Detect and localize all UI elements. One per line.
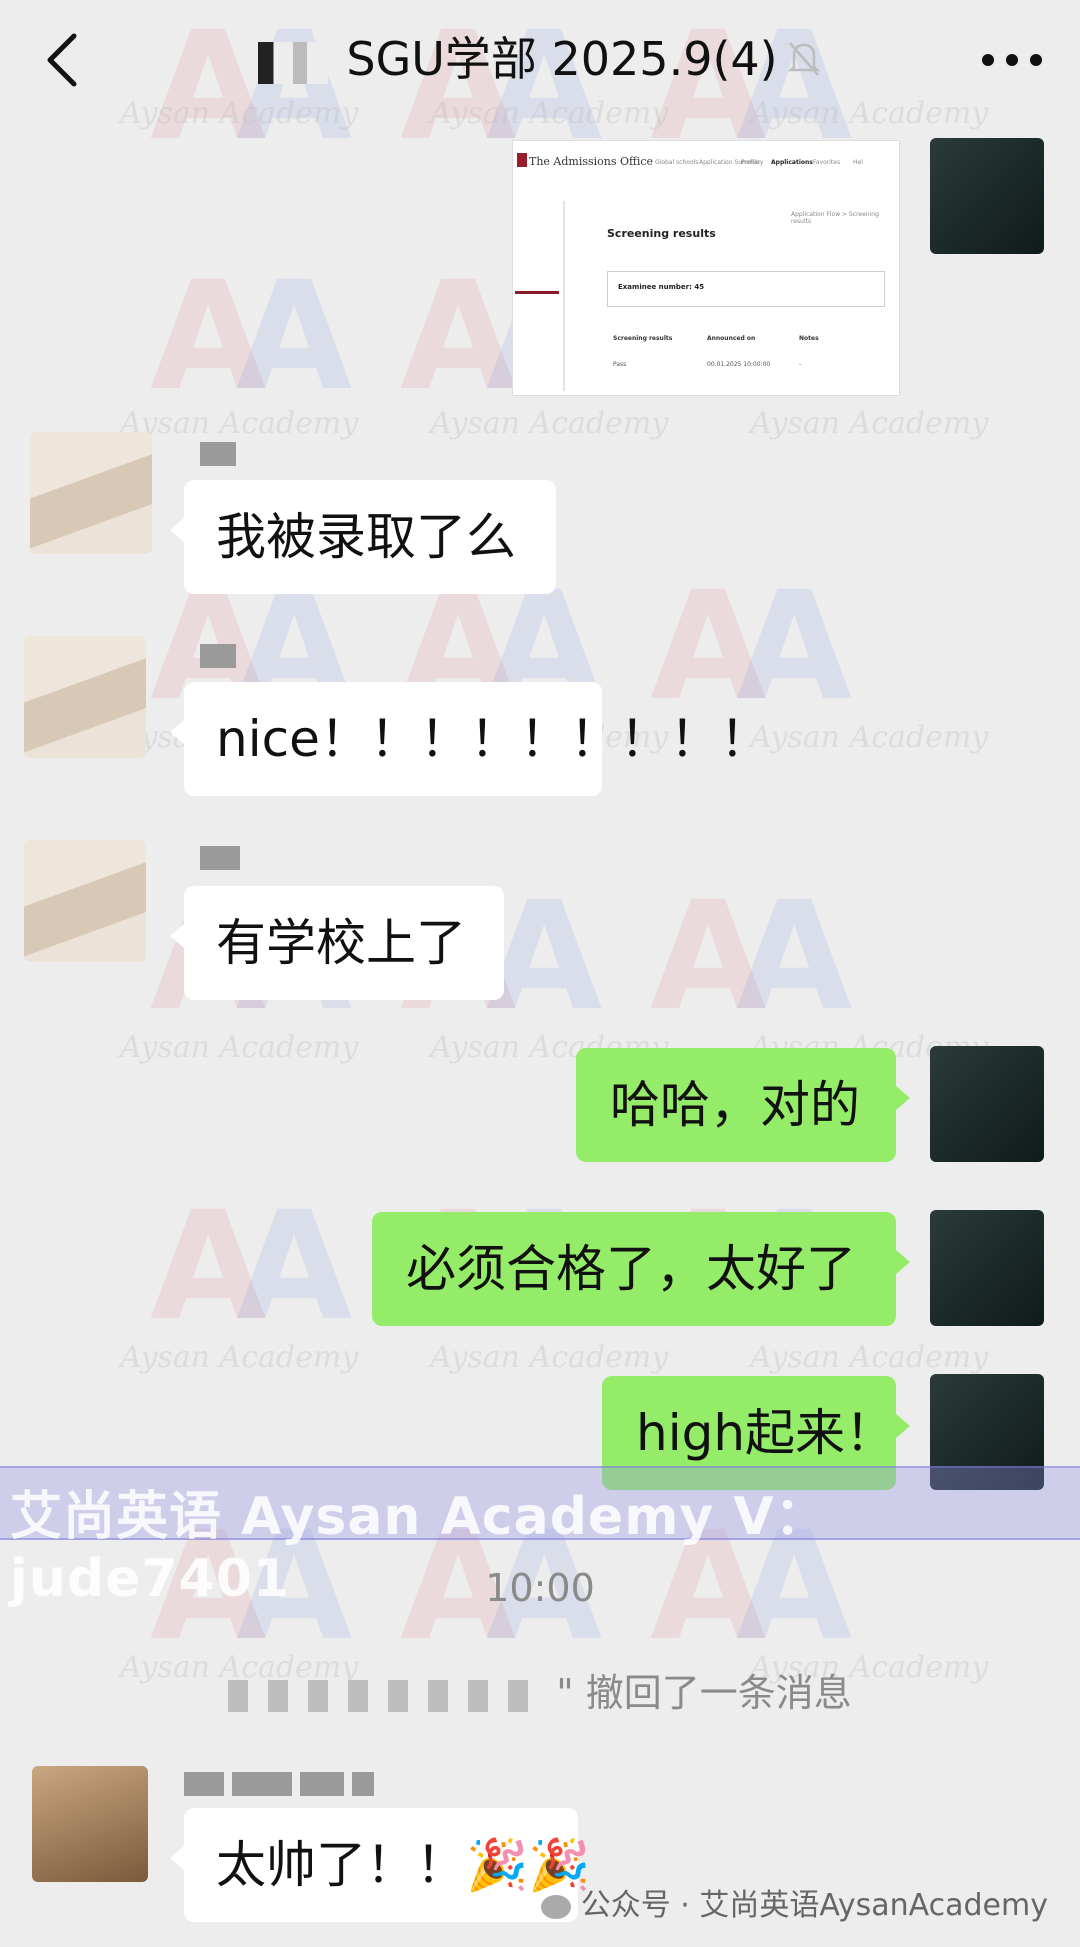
sender-name-blurred	[200, 644, 244, 678]
chat-header: SGU学部 2025.9(4)	[0, 0, 1080, 120]
message-text: 我被录取了么	[216, 508, 516, 566]
blurred-sender-name	[228, 1679, 549, 1712]
message-timestamp: 10:00	[485, 1566, 595, 1610]
screenshot-table-header: Notes	[799, 335, 819, 342]
chat-title-text: SGU学部 2025.9(4)	[346, 32, 778, 86]
wechat-icon	[540, 1894, 571, 1919]
screenshot-sidebar-active	[515, 291, 559, 294]
screenshot-nav-item: Favorites	[813, 159, 841, 166]
official-account-footer: 公众号 · 艾尚英语AysanAcademy	[540, 1880, 1048, 1924]
screenshot-table-cell: 00.01.2025 10:00:00	[707, 361, 771, 368]
message-bubble[interactable]: 有学校上了	[170, 886, 504, 1000]
avatar-sender[interactable]	[24, 840, 146, 962]
screenshot-logo-text: The Admissions Office	[529, 155, 654, 168]
university-logo-mark	[517, 153, 527, 167]
footer-text: 公众号 · 艾尚英语AysanAcademy	[580, 1888, 1048, 1923]
watermark-text: Aysan Academy	[430, 1340, 669, 1375]
watermark-text: Aysan Academy	[430, 406, 669, 441]
message-bubble[interactable]: 我被录取了么	[170, 480, 556, 594]
screenshot-table-header: Screening results	[613, 335, 673, 342]
watermark-text: Aysan Academy	[120, 1340, 359, 1375]
watermark-logo: AA	[650, 560, 852, 734]
recall-notice: " 撤回了一条消息	[0, 1662, 1080, 1717]
screenshot-table-cell: Pass	[613, 361, 627, 368]
screenshot-examinee-label: Examinee number: 45	[618, 283, 705, 291]
bell-off-icon	[786, 28, 822, 98]
recall-notice-text: " 撤回了一条消息	[556, 1671, 852, 1715]
avatar-self[interactable]	[930, 138, 1044, 254]
screenshot-nav-item: Hel	[853, 159, 863, 166]
watermark-logo: AA	[150, 1180, 352, 1354]
watermark-text: Aysan Academy	[750, 406, 989, 441]
message-text: 必须合格了，太好了	[406, 1240, 856, 1298]
message-text: 太帅了！！🎉🎉	[216, 1836, 591, 1894]
promo-banner: 艾尚英语 Aysan Academy V：jude7401	[0, 1466, 1080, 1609]
screenshot-nav-item: Applications	[771, 159, 813, 166]
screenshot-breadcrumb: Application Flow > Screening results	[791, 211, 879, 225]
avatar-self[interactable]	[930, 1210, 1044, 1326]
watermark-text: Aysan Academy	[120, 406, 359, 441]
watermark-text: Aysan Academy	[750, 1340, 989, 1375]
chat-title: SGU学部 2025.9(4)	[0, 24, 1080, 98]
more-dots-icon	[982, 54, 1042, 66]
watermark-logo: AA	[150, 250, 352, 424]
sender-name-blurred	[184, 1772, 382, 1806]
screenshot-table-header: Announced on	[707, 335, 756, 342]
message-text: 有学校上了	[216, 914, 466, 972]
image-message-screening-results[interactable]: The Admissions Office Global schools App…	[512, 140, 900, 396]
watermark-text: Aysan Academy	[750, 720, 989, 755]
message-text: nice！！！！！！！！！	[216, 710, 770, 768]
avatar-sender[interactable]	[30, 432, 152, 554]
screenshot-nav-item: Global schools	[655, 159, 699, 166]
message-text: 哈哈，对的	[610, 1076, 860, 1134]
message-bubble[interactable]: 太帅了！！🎉🎉	[170, 1808, 591, 1922]
screenshot-sidebar-divider	[563, 201, 565, 391]
message-bubble[interactable]: nice！！！！！！！！！	[170, 682, 770, 796]
sender-name-blurred	[200, 442, 244, 476]
avatar-self[interactable]	[930, 1046, 1044, 1162]
watermark-logo: AA	[650, 870, 852, 1044]
message-bubble-self[interactable]: 必须合格了，太好了	[372, 1212, 910, 1326]
screenshot-nav-item: Profile	[741, 159, 760, 166]
screenshot-table-cell: -	[799, 361, 802, 368]
watermark-text: Aysan Academy	[120, 1030, 359, 1065]
blurred-avatar-mark	[258, 41, 329, 84]
more-button[interactable]	[978, 40, 1046, 80]
message-bubble-self[interactable]: 哈哈，对的	[576, 1048, 910, 1162]
sender-name-blurred	[200, 846, 248, 880]
screenshot-examinee-box: Examinee number: 45	[607, 271, 885, 307]
message-text: high起来！	[636, 1404, 896, 1462]
avatar-sender[interactable]	[24, 636, 146, 758]
avatar-sender[interactable]	[32, 1766, 148, 1882]
screenshot-heading: Screening results	[607, 227, 716, 240]
